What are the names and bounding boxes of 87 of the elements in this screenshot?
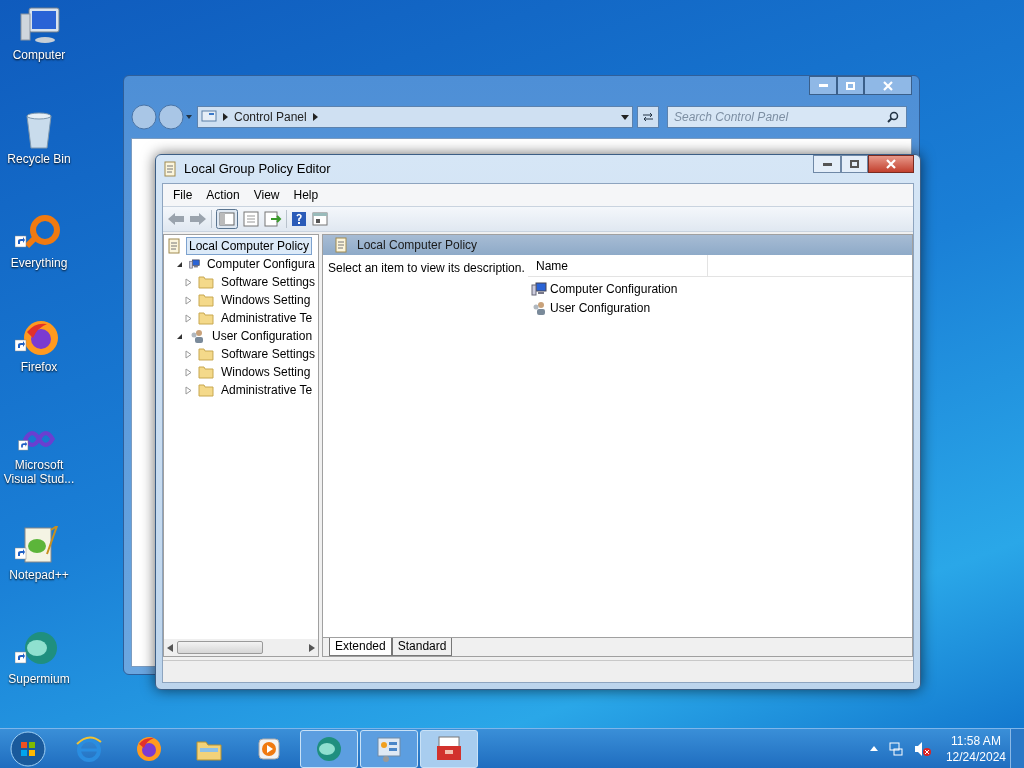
search-field[interactable]: Search Control Panel (667, 106, 907, 128)
taskbar-button[interactable] (420, 729, 478, 768)
close-icon (886, 159, 896, 169)
control-panel-icon (201, 110, 217, 124)
expand-arrow-icon[interactable] (184, 277, 193, 287)
view-tab[interactable]: Standard (391, 638, 453, 656)
tree-item[interactable]: Windows Setting (218, 363, 314, 381)
show-desktop-button[interactable] (1010, 729, 1024, 768)
taskbar-button[interactable] (300, 729, 358, 768)
expand-arrow-icon[interactable] (184, 385, 193, 395)
clock-date[interactable]: 12/24/2024 (945, 748, 1006, 765)
restore-button[interactable] (841, 155, 868, 173)
scroll-document-icon (162, 161, 178, 177)
properties-icon[interactable] (311, 211, 329, 227)
tree-item[interactable]: Computer Configura (203, 255, 318, 273)
scroll-right-arrow-icon[interactable] (309, 643, 315, 652)
list-item[interactable]: Computer Configuration (550, 279, 678, 298)
users-icon (189, 328, 205, 344)
menu-item[interactable]: Help (287, 186, 325, 204)
panel-title: Local Computer Policy (357, 237, 478, 254)
folder-icon (198, 274, 214, 290)
letter-e-logo-icon (74, 733, 104, 764)
window-title: Local Group Policy Editor (184, 160, 331, 179)
clock-time[interactable]: 11:58 AM (951, 732, 1001, 749)
desktop-icon-label[interactable]: Recycle Bin (7, 152, 71, 166)
close-button[interactable] (868, 155, 914, 173)
view-tab[interactable]: Extended (329, 638, 392, 656)
show-hidden-icons-icon[interactable] (869, 746, 878, 751)
console-tree-icon[interactable] (216, 209, 238, 229)
expand-arrow-icon[interactable] (184, 295, 193, 305)
close-button[interactable] (864, 76, 912, 95)
start-orb-icon[interactable] (8, 729, 48, 768)
desktop-icon-label[interactable]: Computer (12, 48, 66, 62)
tree-item[interactable]: Software Settings (217, 345, 318, 363)
chevron-icon (223, 113, 228, 121)
maximize-button[interactable] (837, 76, 864, 95)
menu-item[interactable]: File (167, 186, 199, 204)
tree-item[interactable]: Windows Setting (218, 291, 314, 309)
folder-icon (198, 346, 214, 362)
refresh-arrows-icon (642, 112, 654, 122)
refresh-button[interactable] (637, 106, 659, 128)
computer-icon (189, 256, 200, 272)
column-header[interactable]: Name (528, 255, 708, 276)
scroll-document-icon (166, 238, 182, 254)
back-forward-buttons-icon[interactable] (131, 104, 193, 130)
desktop-icon-label[interactable]: Microsoft Visual Stud... (0, 458, 78, 486)
taskbar-button[interactable] (360, 729, 418, 768)
minimize-button[interactable] (813, 155, 841, 173)
desktop-icon-label[interactable]: Firefox (20, 360, 58, 374)
expand-arrow-icon[interactable] (184, 313, 193, 323)
tree-item[interactable]: User Configuration (209, 327, 316, 345)
description-text: Select an item to view its description. (327, 260, 526, 277)
desktop-icon-label[interactable]: Supermium (8, 672, 70, 686)
desktop-icon-label[interactable]: Notepad++ (9, 568, 69, 582)
network-icon[interactable] (887, 740, 904, 757)
list-icon[interactable] (242, 211, 260, 227)
expand-arrow-icon[interactable] (184, 349, 193, 359)
muted-speaker-icon[interactable] (913, 740, 932, 757)
close-icon (883, 80, 893, 91)
menu-item[interactable]: Action (200, 186, 246, 204)
tree-item[interactable]: Software Settings (217, 273, 318, 291)
scroll-left-arrow-icon[interactable] (167, 643, 173, 652)
help-icon[interactable] (291, 211, 307, 227)
minimize-button[interactable] (809, 76, 837, 95)
dropdown-arrow-icon[interactable] (621, 114, 629, 120)
computer-icon (531, 280, 547, 297)
users-icon (531, 299, 547, 316)
back-arrow-icon[interactable] (167, 212, 185, 226)
desktop-icon-label[interactable]: Everything (10, 256, 68, 270)
scroll-document-icon (333, 237, 349, 253)
tree-item[interactable]: Administrative Te (218, 381, 316, 399)
address-bar[interactable]: Control Panel (197, 106, 633, 128)
expand-arrow-icon[interactable] (184, 367, 193, 377)
export-list-icon[interactable] (264, 211, 282, 227)
horizontal-scrollbar[interactable] (164, 639, 318, 656)
tree-item[interactable]: Local Computer Policy (186, 237, 313, 255)
tree-item[interactable]: Administrative Te (218, 309, 316, 327)
search-icon (887, 111, 899, 123)
list-item[interactable]: User Configuration (550, 298, 651, 317)
forward-arrow-icon[interactable] (189, 212, 207, 226)
chevron-icon (312, 113, 318, 121)
folder-icon (198, 310, 214, 326)
breadcrumb-item[interactable]: Control Panel (234, 108, 307, 126)
folder-icon (198, 292, 214, 308)
folder-icon (198, 382, 214, 398)
folder-icon (198, 364, 214, 380)
menu-item[interactable]: View (247, 186, 286, 204)
